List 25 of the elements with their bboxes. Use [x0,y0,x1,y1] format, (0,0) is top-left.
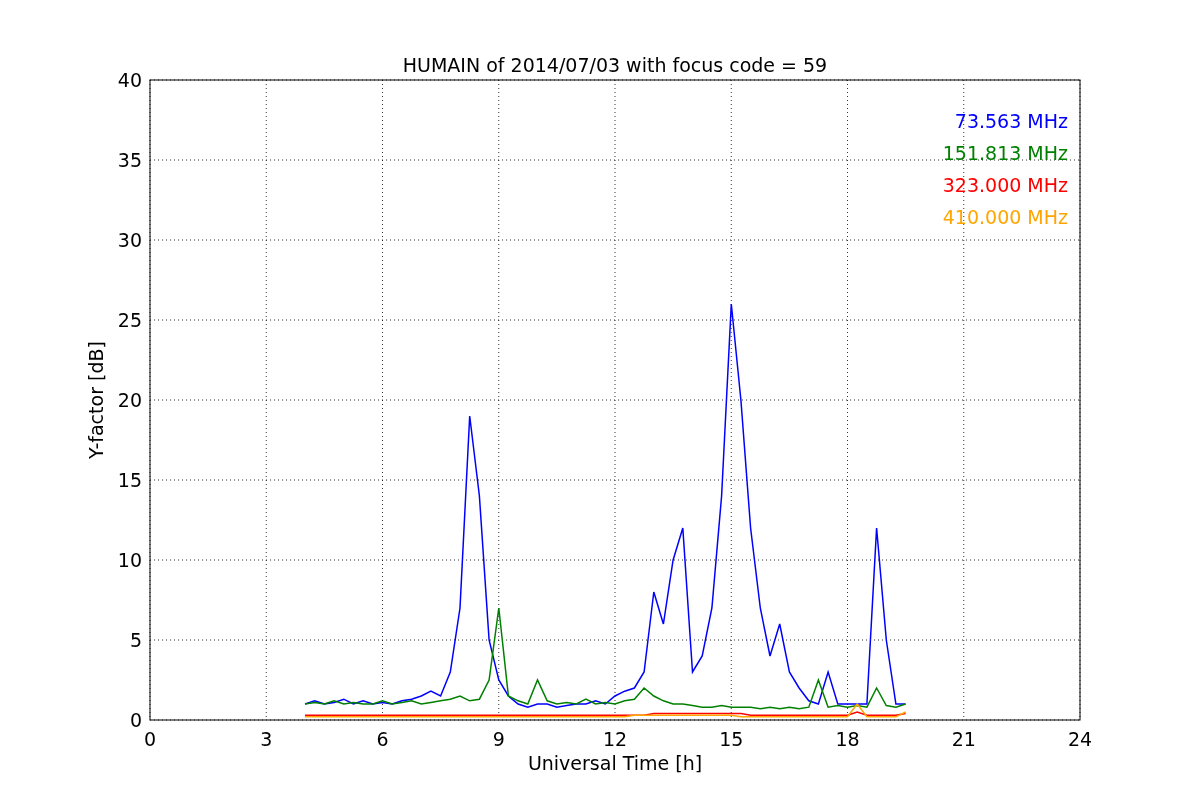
x-tick-label: 24 [1067,728,1093,750]
y-tick-label: 20 [117,389,142,411]
y-tick-label: 25 [117,309,142,331]
legend-label: 73.563 MHz [954,110,1068,132]
x-tick-label: 15 [719,728,744,750]
y-tick-label: 35 [117,149,142,171]
x-axis-label: Universal Time [h] [527,752,703,774]
x-tick-label: 12 [602,728,628,750]
y-axis-label: Y-factor [dB] [85,341,107,459]
y-tick-label: 5 [129,629,142,651]
chart-title: HUMAIN of 2014/07/03 with focus code = 59 [402,54,828,76]
x-tick-label: 9 [492,728,505,750]
x-tick-label: 6 [376,728,389,750]
y-tick-label: 15 [117,469,142,491]
y-tick-label: 10 [117,549,142,571]
y-tick-label: 40 [117,69,142,91]
y-tick-label: 0 [129,709,142,731]
legend-label: 410.000 MHz [942,206,1068,228]
x-tick-label: 0 [143,728,157,750]
legend-label: 151.813 MHz [942,142,1068,164]
y-tick-label: 30 [117,229,142,251]
x-tick-label: 18 [835,728,860,750]
x-tick-label: 21 [951,728,976,750]
x-tick-label: 3 [260,728,273,750]
legend-label: 323.000 MHz [942,174,1068,196]
